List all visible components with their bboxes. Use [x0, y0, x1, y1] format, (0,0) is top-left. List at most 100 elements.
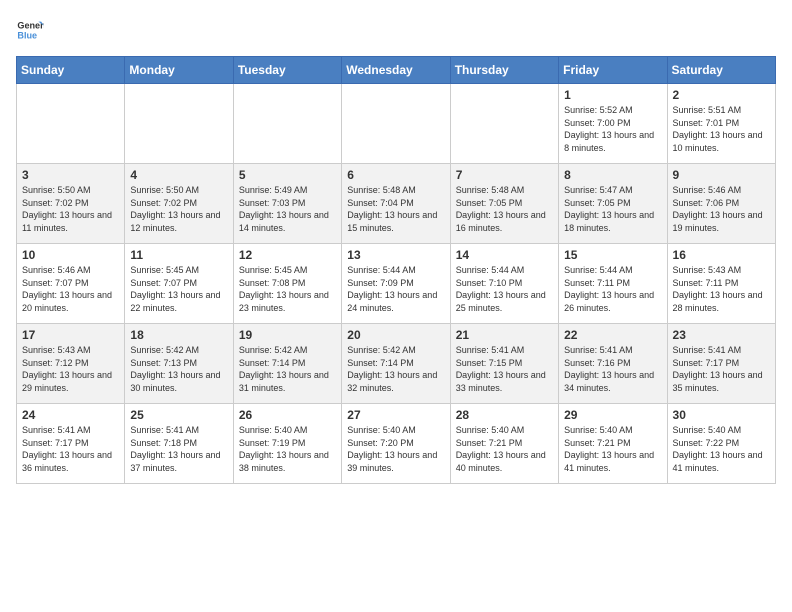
day-number: 17	[22, 328, 119, 342]
calendar-cell: 17 Sunrise: 5:43 AM Sunset: 7:12 PM Dayli…	[17, 324, 125, 404]
calendar-cell: 23 Sunrise: 5:41 AM Sunset: 7:17 PM Dayli…	[667, 324, 775, 404]
calendar-cell: 22 Sunrise: 5:41 AM Sunset: 7:16 PM Dayli…	[559, 324, 667, 404]
calendar-cell: 2Sunrise: 5:51 AM Sunset: 7:01 PM Daylig…	[667, 84, 775, 164]
calendar-cell: 24 Sunrise: 5:41 AM Sunset: 7:17 PM Dayli…	[17, 404, 125, 484]
day-info: Sunrise: 5:40 AM Sunset: 7:21 PM Dayligh…	[456, 424, 553, 474]
day-number: 22	[564, 328, 661, 342]
calendar-cell	[342, 84, 450, 164]
day-header-tuesday: Tuesday	[233, 57, 341, 84]
day-number: 12	[239, 248, 336, 262]
day-info: Sunrise: 5:49 AM Sunset: 7:03 PM Dayligh…	[239, 184, 336, 234]
day-number: 9	[673, 168, 770, 182]
day-header-thursday: Thursday	[450, 57, 558, 84]
day-number: 24	[22, 408, 119, 422]
day-info: Sunrise: 5:50 AM Sunset: 7:02 PM Dayligh…	[130, 184, 227, 234]
calendar-cell	[450, 84, 558, 164]
calendar-cell: 28 Sunrise: 5:40 AM Sunset: 7:21 PM Dayli…	[450, 404, 558, 484]
day-info: Sunrise: 5:40 AM Sunset: 7:21 PM Dayligh…	[564, 424, 661, 474]
day-info: Sunrise: 5:40 AM Sunset: 7:19 PM Dayligh…	[239, 424, 336, 474]
day-info: Sunrise: 5:46 AM Sunset: 7:07 PM Dayligh…	[22, 264, 119, 314]
day-number: 29	[564, 408, 661, 422]
calendar-cell: 18 Sunrise: 5:42 AM Sunset: 7:13 PM Dayli…	[125, 324, 233, 404]
day-number: 27	[347, 408, 444, 422]
calendar-cell: 5 Sunrise: 5:49 AM Sunset: 7:03 PM Daylig…	[233, 164, 341, 244]
calendar-cell: 19 Sunrise: 5:42 AM Sunset: 7:14 PM Dayli…	[233, 324, 341, 404]
day-number: 15	[564, 248, 661, 262]
calendar-cell: 6 Sunrise: 5:48 AM Sunset: 7:04 PM Daylig…	[342, 164, 450, 244]
calendar-cell: 13 Sunrise: 5:44 AM Sunset: 7:09 PM Dayli…	[342, 244, 450, 324]
day-number: 16	[673, 248, 770, 262]
day-info: Sunrise: 5:45 AM Sunset: 7:08 PM Dayligh…	[239, 264, 336, 314]
day-info: Sunrise: 5:43 AM Sunset: 7:12 PM Dayligh…	[22, 344, 119, 394]
day-info: Sunrise: 5:41 AM Sunset: 7:16 PM Dayligh…	[564, 344, 661, 394]
calendar-cell: 29 Sunrise: 5:40 AM Sunset: 7:21 PM Dayli…	[559, 404, 667, 484]
day-info: Sunrise: 5:42 AM Sunset: 7:13 PM Dayligh…	[130, 344, 227, 394]
day-info: Sunrise: 5:44 AM Sunset: 7:11 PM Dayligh…	[564, 264, 661, 314]
day-header-friday: Friday	[559, 57, 667, 84]
calendar-cell: 30Sunrise: 5:40 AM Sunset: 7:22 PM Dayli…	[667, 404, 775, 484]
calendar-cell: 15 Sunrise: 5:44 AM Sunset: 7:11 PM Dayli…	[559, 244, 667, 324]
calendar-cell	[233, 84, 341, 164]
day-number: 18	[130, 328, 227, 342]
calendar-cell: 8 Sunrise: 5:47 AM Sunset: 7:05 PM Daylig…	[559, 164, 667, 244]
calendar-week-row: 24 Sunrise: 5:41 AM Sunset: 7:17 PM Dayli…	[17, 404, 776, 484]
day-info: Sunrise: 5:48 AM Sunset: 7:04 PM Dayligh…	[347, 184, 444, 234]
day-number: 26	[239, 408, 336, 422]
calendar-week-row: 1Sunrise: 5:52 AM Sunset: 7:00 PM Daylig…	[17, 84, 776, 164]
calendar-cell: 26 Sunrise: 5:40 AM Sunset: 7:19 PM Dayli…	[233, 404, 341, 484]
day-info: Sunrise: 5:44 AM Sunset: 7:10 PM Dayligh…	[456, 264, 553, 314]
day-number: 2	[673, 88, 770, 102]
calendar-cell: 7Sunrise: 5:48 AM Sunset: 7:05 PM Daylig…	[450, 164, 558, 244]
day-info: Sunrise: 5:48 AM Sunset: 7:05 PM Dayligh…	[456, 184, 553, 234]
day-number: 20	[347, 328, 444, 342]
day-number: 5	[239, 168, 336, 182]
day-info: Sunrise: 5:47 AM Sunset: 7:05 PM Dayligh…	[564, 184, 661, 234]
day-info: Sunrise: 5:42 AM Sunset: 7:14 PM Dayligh…	[347, 344, 444, 394]
calendar-cell: 4Sunrise: 5:50 AM Sunset: 7:02 PM Daylig…	[125, 164, 233, 244]
day-number: 30	[673, 408, 770, 422]
day-number: 14	[456, 248, 553, 262]
day-info: Sunrise: 5:41 AM Sunset: 7:17 PM Dayligh…	[22, 424, 119, 474]
calendar-cell: 1Sunrise: 5:52 AM Sunset: 7:00 PM Daylig…	[559, 84, 667, 164]
day-number: 25	[130, 408, 227, 422]
calendar-week-row: 17 Sunrise: 5:43 AM Sunset: 7:12 PM Dayli…	[17, 324, 776, 404]
calendar-cell: 10 Sunrise: 5:46 AM Sunset: 7:07 PM Dayli…	[17, 244, 125, 324]
day-info: Sunrise: 5:46 AM Sunset: 7:06 PM Dayligh…	[673, 184, 770, 234]
day-number: 11	[130, 248, 227, 262]
day-header-monday: Monday	[125, 57, 233, 84]
day-number: 23	[673, 328, 770, 342]
calendar-cell: 14 Sunrise: 5:44 AM Sunset: 7:10 PM Dayli…	[450, 244, 558, 324]
day-number: 3	[22, 168, 119, 182]
day-number: 13	[347, 248, 444, 262]
day-number: 10	[22, 248, 119, 262]
day-number: 19	[239, 328, 336, 342]
calendar-cell: 25 Sunrise: 5:41 AM Sunset: 7:18 PM Dayli…	[125, 404, 233, 484]
day-info: Sunrise: 5:40 AM Sunset: 7:20 PM Dayligh…	[347, 424, 444, 474]
calendar-header-row: SundayMondayTuesdayWednesdayThursdayFrid…	[17, 57, 776, 84]
day-info: Sunrise: 5:50 AM Sunset: 7:02 PM Dayligh…	[22, 184, 119, 234]
day-info: Sunrise: 5:41 AM Sunset: 7:15 PM Dayligh…	[456, 344, 553, 394]
calendar-table: SundayMondayTuesdayWednesdayThursdayFrid…	[16, 56, 776, 484]
day-number: 8	[564, 168, 661, 182]
page-header: General Blue	[16, 16, 776, 44]
day-info: Sunrise: 5:44 AM Sunset: 7:09 PM Dayligh…	[347, 264, 444, 314]
day-info: Sunrise: 5:41 AM Sunset: 7:18 PM Dayligh…	[130, 424, 227, 474]
day-number: 21	[456, 328, 553, 342]
calendar-cell: 9 Sunrise: 5:46 AM Sunset: 7:06 PM Daylig…	[667, 164, 775, 244]
day-header-sunday: Sunday	[17, 57, 125, 84]
day-info: Sunrise: 5:43 AM Sunset: 7:11 PM Dayligh…	[673, 264, 770, 314]
calendar-cell	[17, 84, 125, 164]
day-info: Sunrise: 5:42 AM Sunset: 7:14 PM Dayligh…	[239, 344, 336, 394]
calendar-cell: 20 Sunrise: 5:42 AM Sunset: 7:14 PM Dayli…	[342, 324, 450, 404]
calendar-cell: 27 Sunrise: 5:40 AM Sunset: 7:20 PM Dayli…	[342, 404, 450, 484]
svg-text:Blue: Blue	[17, 30, 37, 40]
day-info: Sunrise: 5:41 AM Sunset: 7:17 PM Dayligh…	[673, 344, 770, 394]
calendar-cell: 21 Sunrise: 5:41 AM Sunset: 7:15 PM Dayli…	[450, 324, 558, 404]
day-number: 28	[456, 408, 553, 422]
day-number: 6	[347, 168, 444, 182]
logo-icon: General Blue	[16, 16, 44, 44]
calendar-cell: 16 Sunrise: 5:43 AM Sunset: 7:11 PM Dayli…	[667, 244, 775, 324]
logo: General Blue	[16, 16, 44, 44]
day-header-saturday: Saturday	[667, 57, 775, 84]
day-number: 1	[564, 88, 661, 102]
